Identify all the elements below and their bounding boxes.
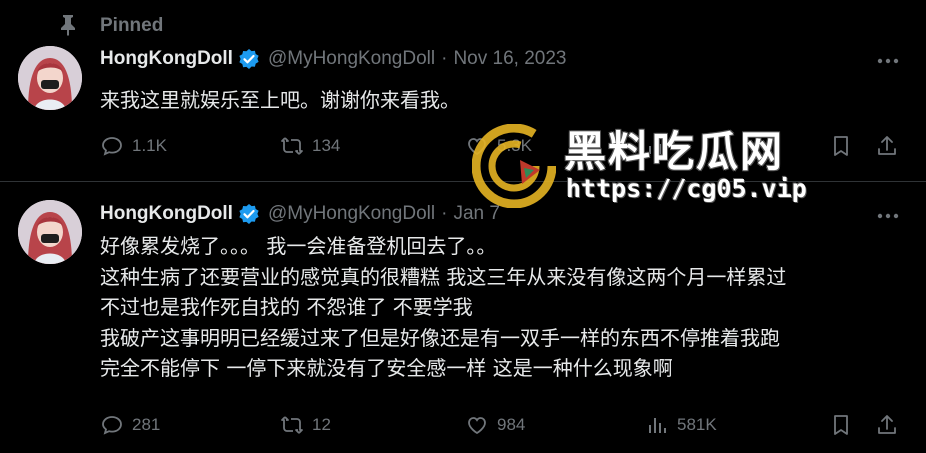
views-icon [649, 418, 666, 433]
repost-button[interactable]: 12 [280, 413, 331, 437]
tweet-text-line: 好像累发烧了。。。 我一会准备登机回去了。。 [100, 234, 497, 258]
display-name[interactable]: HongKongDoll [100, 48, 233, 70]
verified-badge-icon[interactable] [238, 48, 260, 70]
reply-icon [102, 416, 122, 435]
reply-count: 1.1K [132, 136, 167, 155]
verified-badge-icon[interactable] [238, 203, 260, 225]
views-count: 581K [677, 415, 717, 434]
watermark-logo-icon [472, 124, 556, 208]
tweet-text-line: 不过也是我作死自找的 不怨谁了 不要学我 [100, 295, 473, 319]
repost-count: 134 [312, 136, 341, 155]
separator: · [441, 48, 448, 69]
separator: · [441, 203, 448, 224]
timestamp[interactable]: Nov 16, 2023 [453, 48, 566, 70]
repost-icon [281, 416, 303, 434]
reply-button[interactable]: 1.1K [100, 134, 167, 158]
heart-icon [468, 417, 486, 435]
tweet-text-line: 来我这里就娱乐至上吧。谢谢你来看我。 [100, 88, 460, 112]
avatar[interactable] [18, 200, 82, 264]
views-button[interactable]: 581K [645, 413, 717, 437]
tweet-text-line: 这种生病了还要营业的感觉真的很糟糕 我这三年从来没有像这两个月一样累过 [100, 264, 787, 289]
repost-button[interactable]: 134 [280, 134, 340, 158]
tweet-header: HongKongDoll @MyHongKongDoll · Jan 7 [100, 203, 500, 225]
tweet-actions: 281 12 984 581K [100, 410, 910, 440]
watermark-url: https://cg05.vip [566, 174, 807, 203]
repost-count: 12 [312, 415, 331, 434]
watermark: 黑料吃瓜网 https://cg05.vip [472, 116, 832, 208]
display-name[interactable]: HongKongDoll [100, 203, 233, 225]
reply-button[interactable]: 281 [100, 413, 160, 437]
avatar[interactable] [18, 46, 82, 110]
bookmark-icon[interactable] [829, 134, 853, 158]
bookmark-icon[interactable] [829, 413, 853, 437]
tweet[interactable]: HongKongDoll @MyHongKongDoll · Jan 7 好像累… [0, 182, 926, 453]
tweet-text-line: 完全不能停下 一停下来就没有了安全感一样 这是一种什么现象啊 [100, 356, 673, 380]
share-icon[interactable] [875, 413, 899, 437]
handle[interactable]: @MyHongKongDoll [268, 203, 435, 225]
reply-icon [102, 137, 122, 156]
tweet-text: 来我这里就娱乐至上吧。谢谢你来看我。 [100, 85, 910, 116]
tweet-header: HongKongDoll @MyHongKongDoll · Nov 16, 2… [100, 48, 566, 70]
more-icon[interactable] [876, 212, 900, 220]
handle[interactable]: @MyHongKongDoll [268, 48, 435, 70]
tweet-text-line: 我破产这事明明已经缓过来了但是好像还是有一双手一样的东西不停推着我跑 [100, 325, 780, 350]
reply-count: 281 [132, 415, 161, 434]
tweet-text: 好像累发烧了。。。 我一会准备登机回去了。。 这种生病了还要营业的感觉真的很糟糕… [100, 231, 910, 384]
watermark-title: 黑料吃瓜网 [564, 127, 785, 176]
more-icon[interactable] [876, 57, 900, 65]
share-icon[interactable] [875, 134, 899, 158]
like-button[interactable]: 984 [465, 413, 525, 437]
repost-icon [281, 137, 303, 155]
like-count: 984 [497, 415, 526, 434]
